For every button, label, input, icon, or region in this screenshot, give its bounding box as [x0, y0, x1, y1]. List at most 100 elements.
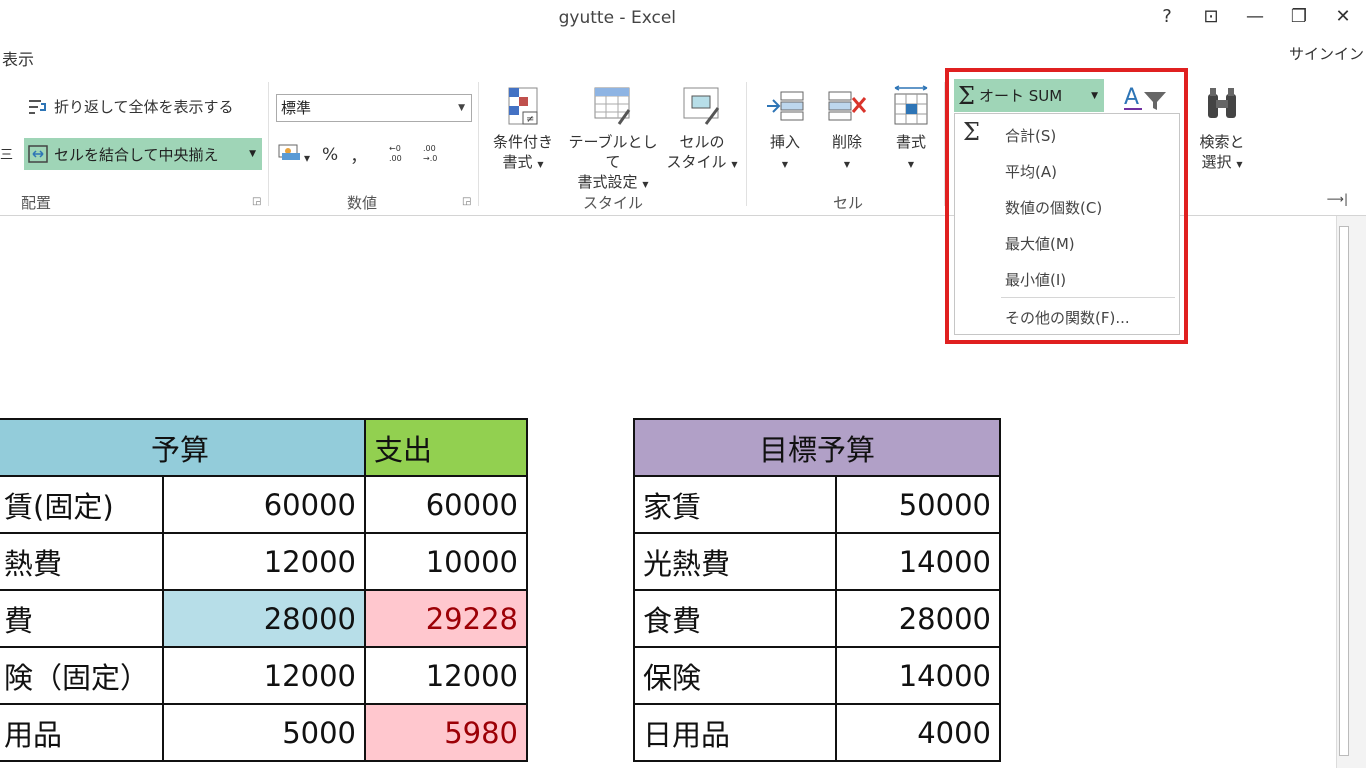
- conditional-formatting-button[interactable]: ≠ 条件付き 書式 ▼: [486, 84, 560, 175]
- budget-table: 予算 支出 賃(固定) 60000 60000 熱費 12000 10000 費…: [0, 418, 528, 762]
- spend-cell[interactable]: 29228: [364, 589, 528, 648]
- target-cell[interactable]: 28000: [835, 589, 1001, 648]
- row-label[interactable]: 賃(固定): [0, 475, 164, 534]
- table-row: 険（固定） 12000 12000: [0, 646, 528, 705]
- ribbon-display-options-button[interactable]: ⊡: [1196, 4, 1226, 30]
- increase-decimal-button[interactable]: ←0.00: [389, 143, 411, 166]
- close-button[interactable]: ✕: [1328, 4, 1358, 30]
- table-header-row: 目標予算: [633, 418, 1001, 477]
- vertical-scrollbar[interactable]: [1336, 216, 1366, 768]
- chevron-down-icon: ▼: [843, 160, 851, 169]
- budget-cell[interactable]: 5000: [162, 703, 366, 762]
- svg-text:→.0: →.0: [423, 154, 437, 163]
- budget-cell[interactable]: 12000: [162, 646, 366, 705]
- insert-cells-button[interactable]: 挿入 ▼: [760, 84, 810, 175]
- row-label[interactable]: 費: [0, 589, 164, 648]
- spend-cell[interactable]: 5980: [364, 703, 528, 762]
- header-budget[interactable]: 予算: [0, 418, 366, 477]
- table-row: 保険 14000: [633, 646, 1001, 705]
- chevron-down-icon: ▼: [907, 160, 915, 169]
- row-label[interactable]: 用品: [0, 703, 164, 762]
- budget-cell[interactable]: 12000: [162, 532, 366, 591]
- insert-cells-icon: [767, 91, 804, 121]
- percent-style-button[interactable]: %: [322, 145, 338, 165]
- row-label[interactable]: 保険: [633, 646, 837, 705]
- ribbon-tabs: 表示 サインイン: [0, 38, 1366, 72]
- restore-button[interactable]: ❐: [1284, 4, 1314, 30]
- group-label-cells: セル: [832, 194, 863, 212]
- table-row: 食費 28000: [633, 589, 1001, 648]
- row-label[interactable]: 光熱費: [633, 532, 837, 591]
- find-select-label-1: 検索と: [1199, 133, 1245, 151]
- format-cells-button[interactable]: 書式 ▼: [886, 84, 936, 175]
- annotation-highlight-box: [945, 68, 1188, 344]
- increase-decimal-icon: ←0.00: [389, 144, 402, 163]
- cell-styles-label-1: セルの: [679, 133, 725, 151]
- chevron-down-icon: ▼: [537, 160, 544, 169]
- chevron-down-icon[interactable]: ▼: [249, 149, 256, 159]
- spend-cell[interactable]: 60000: [364, 475, 528, 534]
- insert-cells-label: 挿入: [769, 133, 800, 151]
- dialog-launcher-icon[interactable]: ◲: [252, 196, 261, 207]
- binoculars-icon: [1208, 88, 1236, 118]
- spend-cell[interactable]: 10000: [364, 532, 528, 591]
- signin-link[interactable]: サインイン: [1289, 43, 1364, 64]
- row-label[interactable]: 険（固定）: [0, 646, 164, 705]
- number-format-buttons: ▾ % ， ←0.00 .00 →.0: [278, 142, 445, 167]
- row-label[interactable]: 家賃: [633, 475, 837, 534]
- comma-style-button[interactable]: ，: [350, 142, 367, 167]
- cell-styles-icon: [683, 87, 720, 125]
- target-budget-table: 目標予算 家賃 50000 光熱費 14000 食費 28000 保険 1400…: [633, 418, 1001, 762]
- group-divider: [478, 82, 479, 206]
- decrease-decimal-button[interactable]: .00 →.0: [423, 143, 445, 166]
- pin-ribbon-icon[interactable]: ⟶|: [1327, 192, 1348, 206]
- table-row: 光熱費 14000: [633, 532, 1001, 591]
- conditional-formatting-label-2: 書式: [502, 153, 533, 171]
- dialog-launcher-icon[interactable]: ◲: [462, 196, 471, 207]
- format-cells-icon: [894, 85, 928, 125]
- help-button[interactable]: ?: [1152, 4, 1182, 30]
- group-label-number: 数値: [346, 194, 377, 212]
- delete-cells-icon: [828, 91, 867, 121]
- target-cell[interactable]: 14000: [835, 646, 1001, 705]
- budget-cell[interactable]: 60000: [162, 475, 366, 534]
- tab-view[interactable]: 表示: [2, 46, 34, 70]
- row-label[interactable]: 日用品: [633, 703, 837, 762]
- cell-styles-button[interactable]: セルの スタイル ▼: [664, 84, 740, 175]
- budget-cell[interactable]: 28000: [162, 589, 366, 648]
- find-select-button[interactable]: 検索と 選択 ▼: [1192, 84, 1252, 175]
- merge-center-button[interactable]: セルを結合して中央揃え ▼: [24, 138, 262, 170]
- spend-cell[interactable]: 12000: [364, 646, 528, 705]
- target-cell[interactable]: 50000: [835, 475, 1001, 534]
- format-as-table-button[interactable]: テーブルとして 書式設定 ▼: [562, 84, 664, 195]
- table-header-row: 予算 支出: [0, 418, 528, 477]
- title-bar: gyutte - Excel ? ⊡ — ❐ ✕: [0, 0, 1366, 38]
- window-title: gyutte - Excel: [558, 8, 676, 28]
- row-label[interactable]: 食費: [633, 589, 837, 648]
- wrap-text-button[interactable]: 折り返して全体を表示する: [28, 96, 234, 117]
- merge-center-label: セルを結合して中央揃え: [54, 145, 219, 164]
- delete-cells-button[interactable]: 削除 ▼: [822, 84, 872, 175]
- svg-text:.00: .00: [389, 154, 402, 163]
- accounting-format-button[interactable]: ▾: [278, 142, 310, 167]
- conditional-formatting-label-1: 条件付き: [492, 133, 553, 151]
- scrollbar-thumb[interactable]: [1339, 226, 1349, 756]
- group-divider: [746, 82, 747, 206]
- format-as-table-icon: [594, 87, 631, 125]
- number-format-select[interactable]: 標準 ▼: [276, 94, 472, 122]
- target-cell[interactable]: 14000: [835, 532, 1001, 591]
- table-row: 熱費 12000 10000: [0, 532, 528, 591]
- format-cells-label: 書式: [895, 133, 926, 151]
- chevron-down-icon: ▼: [781, 160, 789, 169]
- align-left-fragment[interactable]: 三: [0, 144, 13, 163]
- row-label[interactable]: 熱費: [0, 532, 164, 591]
- svg-text:.00: .00: [423, 144, 436, 153]
- header-target-budget[interactable]: 目標予算: [633, 418, 1001, 477]
- table-row: 費 28000 29228: [0, 589, 528, 648]
- format-as-table-label-2: 書式設定: [577, 173, 638, 191]
- target-cell[interactable]: 4000: [835, 703, 1001, 762]
- minimize-button[interactable]: —: [1240, 4, 1270, 30]
- header-spend[interactable]: 支出: [364, 418, 528, 477]
- svg-text:≠: ≠: [526, 114, 534, 125]
- find-select-label-2: 選択: [1201, 153, 1232, 171]
